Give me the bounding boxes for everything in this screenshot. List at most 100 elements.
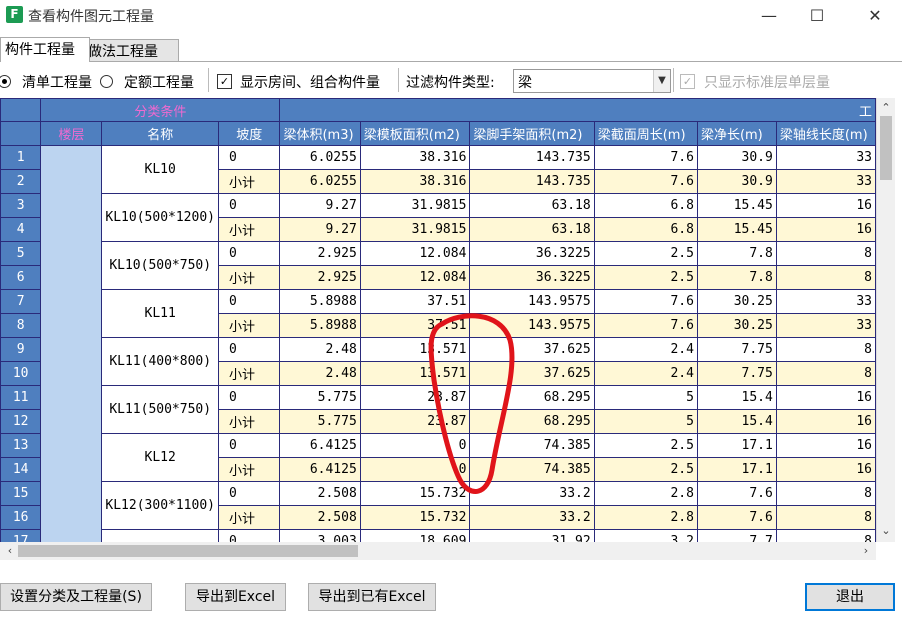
value-cell[interactable]: 33 (775, 289, 876, 314)
column-header[interactable]: 梁脚手架面积(m2) (469, 121, 595, 146)
component-name-cell[interactable]: KL11 (101, 289, 219, 338)
value-cell[interactable]: 6.8 (593, 193, 698, 218)
slope-cell[interactable]: 0 (217, 433, 281, 458)
maximize-button[interactable]: ☐ (794, 0, 840, 31)
row-number[interactable]: 13 (0, 433, 42, 458)
table-row[interactable]: 9 KL11(400*800) 0 2.48 13.571 37.625 2.4 7.75 8 (0, 337, 876, 386)
value-cell[interactable]: 143.9575 (469, 289, 595, 314)
row-number[interactable]: 17 (0, 529, 42, 542)
value-cell[interactable]: 15.45 (696, 217, 777, 242)
value-cell[interactable]: 7.6 (593, 145, 698, 170)
value-cell[interactable]: 7.6 (593, 289, 698, 314)
floor-cell[interactable] (40, 145, 103, 542)
value-cell[interactable]: 63.18 (469, 217, 595, 242)
value-cell[interactable]: 0 (359, 457, 471, 482)
value-cell[interactable]: 30.9 (696, 169, 777, 194)
value-cell[interactable]: 8 (775, 505, 876, 530)
value-cell[interactable]: 8 (775, 361, 876, 386)
close-button[interactable]: ✕ (852, 0, 898, 31)
settings-button[interactable]: 设置分类及工程量(S) (0, 583, 152, 611)
value-cell[interactable]: 74.385 (469, 457, 595, 482)
value-cell[interactable]: 68.295 (469, 409, 595, 434)
component-name-cell[interactable]: KL12(300*1100) (101, 481, 219, 530)
value-cell[interactable]: 37.51 (359, 313, 471, 338)
value-cell[interactable]: 2.8 (593, 481, 698, 506)
row-number[interactable]: 1 (0, 145, 42, 170)
value-cell[interactable]: 3.2 (593, 529, 698, 542)
value-cell[interactable]: 31.92 (469, 529, 595, 542)
column-header[interactable]: 梁模板面积(m2) (359, 121, 471, 146)
exit-button[interactable]: 退出 (805, 583, 895, 611)
minimize-button[interactable]: — (746, 0, 792, 31)
export-excel-button[interactable]: 导出到Excel (185, 583, 286, 611)
value-cell[interactable]: 2.5 (593, 457, 698, 482)
value-cell[interactable]: 2.5 (593, 241, 698, 266)
value-cell[interactable]: 2.4 (593, 361, 698, 386)
value-cell[interactable]: 18.609 (359, 529, 471, 542)
value-cell[interactable]: 16 (775, 433, 876, 458)
value-cell[interactable]: 16 (775, 217, 876, 242)
table-row[interactable]: 3 KL10(500*1200) 0 9.27 31.9815 63.18 6.8 15.45… (0, 193, 876, 242)
row-number[interactable]: 5 (0, 241, 42, 266)
value-cell[interactable]: 7.75 (696, 361, 777, 386)
value-cell[interactable]: 7.6 (696, 505, 777, 530)
table-row[interactable]: 5 KL10(500*750) 0 2.925 12.084 36.3225 2.5 7.8 8 (0, 241, 876, 290)
value-cell[interactable]: 17.1 (696, 433, 777, 458)
value-cell[interactable]: 33 (775, 313, 876, 338)
horizontal-scroll-thumb[interactable] (18, 545, 358, 557)
vertical-scroll-thumb[interactable] (880, 116, 892, 180)
value-cell[interactable]: 5.775 (279, 409, 361, 434)
column-header[interactable]: 梁截面周长(m) (593, 121, 698, 146)
value-cell[interactable]: 33.2 (469, 505, 595, 530)
value-cell[interactable]: 23.87 (359, 409, 471, 434)
value-cell[interactable]: 143.9575 (469, 313, 595, 338)
value-cell[interactable]: 5.8988 (279, 289, 361, 314)
value-cell[interactable]: 2.48 (279, 337, 361, 362)
value-cell[interactable]: 13.571 (359, 337, 471, 362)
value-cell[interactable]: 37.51 (359, 289, 471, 314)
value-cell[interactable]: 2.48 (279, 361, 361, 386)
value-cell[interactable]: 31.9815 (359, 217, 471, 242)
slope-cell[interactable]: 小计 (217, 409, 281, 434)
value-cell[interactable]: 7.6 (593, 313, 698, 338)
slope-cell[interactable]: 小计 (217, 265, 281, 290)
tab-method-quantity[interactable]: 做法工程量 (83, 39, 179, 62)
value-cell[interactable]: 6.8 (593, 217, 698, 242)
value-cell[interactable]: 12.084 (359, 265, 471, 290)
component-name-cell[interactable]: KL10(500*1200) (101, 193, 219, 242)
value-cell[interactable]: 7.6 (696, 481, 777, 506)
column-header[interactable]: 楼层 (40, 121, 103, 146)
value-cell[interactable]: 38.316 (359, 169, 471, 194)
slope-cell[interactable]: 0 (217, 529, 281, 542)
value-cell[interactable]: 7.7 (696, 529, 777, 542)
column-header[interactable]: 梁体积(m3) (279, 121, 361, 146)
filter-type-select[interactable]: 梁 ▼ (513, 69, 671, 93)
component-name-cell[interactable]: KL10(500*750) (101, 241, 219, 290)
table-row[interactable]: 11 KL11(500*750) 0 5.775 23.87 68.295 5 15.4 16 (0, 385, 876, 434)
value-cell[interactable]: 7.8 (696, 265, 777, 290)
value-cell[interactable]: 2.5 (593, 433, 698, 458)
tab-component-quantity[interactable]: 构件工程量 (0, 37, 90, 62)
value-cell[interactable]: 7.8 (696, 241, 777, 266)
value-cell[interactable]: 15.732 (359, 505, 471, 530)
value-cell[interactable]: 15.4 (696, 385, 777, 410)
value-cell[interactable]: 8 (775, 265, 876, 290)
component-name-cell[interactable]: KL11(400*800) (101, 337, 219, 386)
slope-cell[interactable]: 0 (217, 193, 281, 218)
row-number[interactable]: 2 (0, 169, 42, 194)
row-number[interactable]: 3 (0, 193, 42, 218)
slope-cell[interactable]: 小计 (217, 361, 281, 386)
component-name-cell[interactable]: KL10 (101, 145, 219, 194)
scroll-left-icon[interactable]: ‹ (2, 543, 18, 559)
value-cell[interactable]: 2.508 (279, 481, 361, 506)
table-row[interactable]: 7 KL11 0 5.8988 37.51 143.9575 7.6 30.25 33 (0, 289, 876, 338)
value-cell[interactable]: 30.25 (696, 313, 777, 338)
radio-bill-quantity[interactable] (0, 75, 11, 88)
value-cell[interactable]: 2.8 (593, 505, 698, 530)
row-number[interactable]: 15 (0, 481, 42, 506)
value-cell[interactable]: 13.571 (359, 361, 471, 386)
value-cell[interactable]: 12.084 (359, 241, 471, 266)
value-cell[interactable]: 6.0255 (279, 145, 361, 170)
quantity-grid[interactable]: 分类条件工楼层 名称 坡度 梁体积(m3) 梁模板面积(m2) 梁脚手架面积(m2) 梁截面… (0, 98, 876, 542)
value-cell[interactable]: 5.775 (279, 385, 361, 410)
